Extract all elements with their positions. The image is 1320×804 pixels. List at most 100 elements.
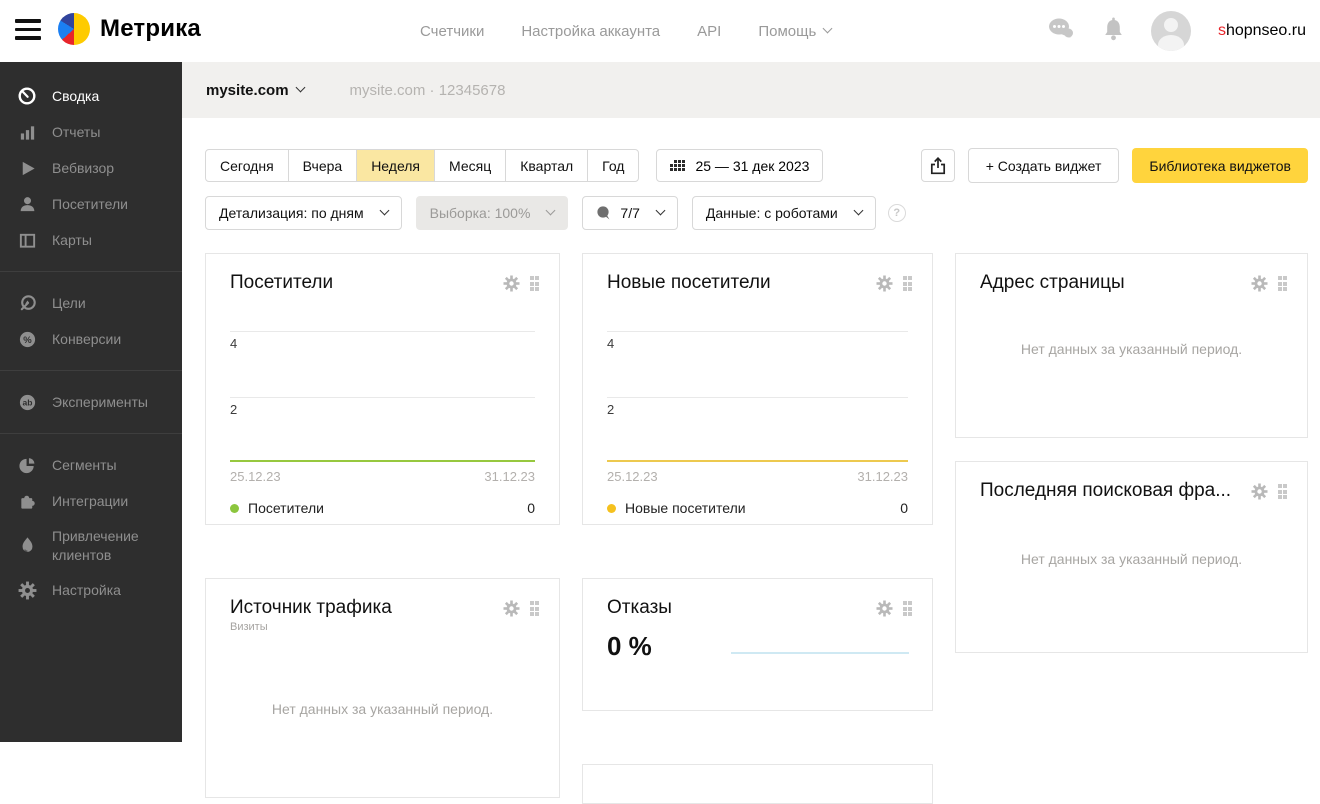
- period-tab-today[interactable]: Сегодня: [205, 149, 289, 182]
- date-range-picker[interactable]: 25 — 31 дек 2023: [656, 149, 824, 182]
- avatar[interactable]: [1150, 11, 1191, 51]
- flame-icon: [17, 536, 37, 556]
- calendar-grid-icon: [670, 160, 686, 171]
- gear-icon[interactable]: [1251, 275, 1268, 292]
- sidebar-item-label: Настройка: [52, 582, 121, 599]
- chart-legend[interactable]: Посетители 0: [230, 500, 535, 516]
- y-tick: 2: [607, 402, 615, 417]
- drag-handle-icon[interactable]: [529, 601, 539, 617]
- sidebar-item-experiments[interactable]: ab Эксперименты: [0, 384, 182, 420]
- empty-message: Нет данных за указанный период.: [1020, 551, 1243, 567]
- detail-dropdown[interactable]: Детализация: по дням: [205, 196, 402, 230]
- metrika-logo-icon: [58, 13, 90, 45]
- top-navigation: Счетчики Настройка аккаунта API Помощь: [420, 0, 833, 62]
- gridline: [230, 331, 535, 332]
- main-area: mysite.com mysite.com · 12345678 Сегодня…: [182, 62, 1320, 804]
- site-selector-dropdown[interactable]: mysite.com: [206, 82, 305, 99]
- sidebar-item-label: Привлечение клиентов: [52, 528, 139, 563]
- gear-icon[interactable]: [876, 275, 893, 292]
- hamburger-menu-icon[interactable]: [15, 19, 41, 43]
- sidebar-item-summary[interactable]: Сводка: [0, 78, 182, 114]
- chart-legend[interactable]: Новые посетители 0: [607, 500, 908, 516]
- sidebar-item-conversions[interactable]: % Конверсии: [0, 321, 182, 357]
- gear-icon[interactable]: [503, 600, 520, 617]
- conversions-icon: %: [17, 329, 37, 349]
- period-tab-month[interactable]: Месяц: [434, 149, 507, 182]
- gear-icon[interactable]: [876, 600, 893, 617]
- sparkline: [731, 652, 909, 654]
- drag-handle-icon[interactable]: [1277, 276, 1287, 292]
- widgets-grid: Посетители 4 2 25.12.23 31.12.23 Посетит…: [205, 253, 1308, 804]
- sidebar-item-reports[interactable]: Отчеты: [0, 114, 182, 150]
- widget-library-button[interactable]: Библиотека виджетов: [1132, 148, 1308, 183]
- nav-api[interactable]: API: [697, 23, 721, 40]
- sidebar-item-label: Карты: [52, 231, 92, 248]
- sidebar-item-webvisor[interactable]: Вебвизор: [0, 150, 182, 186]
- sidebar-item-segments[interactable]: Сегменты: [0, 447, 182, 483]
- account-name[interactable]: shopnseo.ru: [1218, 22, 1306, 40]
- empty-message: Нет данных за указанный период.: [1020, 341, 1243, 357]
- sidebar-divider: [0, 433, 182, 434]
- sidebar-item-label: Посетители: [52, 195, 128, 212]
- chevron-down-icon: [545, 205, 556, 216]
- widget-title: Посетители: [230, 272, 334, 293]
- period-tab-week[interactable]: Неделя: [356, 149, 436, 182]
- period-tab-quarter[interactable]: Квартал: [505, 149, 589, 182]
- drag-handle-icon[interactable]: [1277, 484, 1287, 500]
- drag-handle-icon[interactable]: [902, 601, 912, 617]
- y-tick: 2: [230, 402, 238, 417]
- legend-label: Посетители: [248, 500, 324, 516]
- sidebar-item-acquisition[interactable]: Привлечение клиентов: [0, 519, 182, 573]
- toolbar-row-periods: Сегодня Вчера Неделя Месяц Квартал Год 2…: [205, 148, 1308, 183]
- empty-message: Нет данных за указанный период.: [271, 701, 494, 717]
- chevron-down-icon: [295, 82, 305, 93]
- widget-new-visitors: Новые посетители 4 2 25.12.23 31.12.23 Н…: [582, 253, 933, 525]
- gear-icon[interactable]: [503, 275, 520, 292]
- sidebar: Сводка Отчеты Вебвизор Посетители Карты …: [0, 62, 182, 742]
- sidebar-item-settings[interactable]: Настройка: [0, 573, 182, 609]
- nav-account-settings[interactable]: Настройка аккаунта: [521, 23, 660, 40]
- sampling-dropdown[interactable]: Выборка: 100%: [415, 196, 569, 230]
- toolbar-row-filters: Детализация: по дням Выборка: 100% 7/7 Д…: [205, 196, 1308, 230]
- legend-dot-icon: [230, 503, 239, 513]
- chevron-down-icon: [822, 23, 833, 34]
- create-widget-button[interactable]: + Создать виджет: [967, 148, 1120, 183]
- drag-handle-icon[interactable]: [529, 276, 539, 292]
- chevron-down-icon: [379, 205, 390, 216]
- widget-last-search-phrase: Последняя поисковая фра... Нет данных за…: [955, 461, 1308, 653]
- bounce-rate-value: 0 %: [607, 631, 652, 661]
- sidebar-item-label: Вебвизор: [52, 159, 115, 176]
- sidebar-item-label: Цели: [52, 294, 86, 311]
- dashboard-icon: [17, 86, 37, 106]
- y-tick: 4: [230, 336, 238, 351]
- webvisor-icon: [17, 158, 37, 178]
- period-segmented-control: Сегодня Вчера Неделя Месяц Квартал Год: [205, 149, 640, 182]
- widget-visitors: Посетители 4 2 25.12.23 31.12.23 Посетит…: [205, 253, 560, 525]
- widget-title: Адрес страницы: [980, 272, 1125, 293]
- data-mode-dropdown[interactable]: Данные: с роботами: [691, 196, 876, 230]
- nav-counters[interactable]: Счетчики: [420, 23, 484, 40]
- chat-icon[interactable]: [1047, 17, 1076, 46]
- gear-icon[interactable]: [1251, 483, 1268, 500]
- period-tab-yesterday[interactable]: Вчера: [287, 149, 358, 182]
- help-icon[interactable]: ?: [887, 204, 906, 222]
- sidebar-item-goals[interactable]: Цели: [0, 285, 182, 321]
- sidebar-item-visitors[interactable]: Посетители: [0, 186, 182, 222]
- gridline: [230, 397, 535, 398]
- site-bar: mysite.com mysite.com · 12345678: [182, 62, 1320, 118]
- export-icon: [930, 156, 945, 174]
- sidebar-item-label: Сводка: [52, 87, 100, 104]
- export-button[interactable]: [920, 149, 955, 182]
- avatar-head: [1163, 18, 1178, 32]
- comments-dropdown[interactable]: 7/7: [582, 196, 678, 230]
- sidebar-item-maps[interactable]: Карты: [0, 222, 182, 258]
- sidebar-item-integrations[interactable]: Интеграции: [0, 483, 182, 519]
- logo-text: Метрика: [100, 15, 201, 42]
- nav-help[interactable]: Помощь: [758, 23, 833, 40]
- period-tab-year[interactable]: Год: [587, 149, 640, 182]
- bell-icon[interactable]: [1103, 17, 1124, 46]
- drag-handle-icon[interactable]: [902, 276, 912, 292]
- series-line: [230, 460, 535, 462]
- metrika-logo[interactable]: Метрика: [58, 13, 201, 45]
- goals-icon: [17, 293, 37, 313]
